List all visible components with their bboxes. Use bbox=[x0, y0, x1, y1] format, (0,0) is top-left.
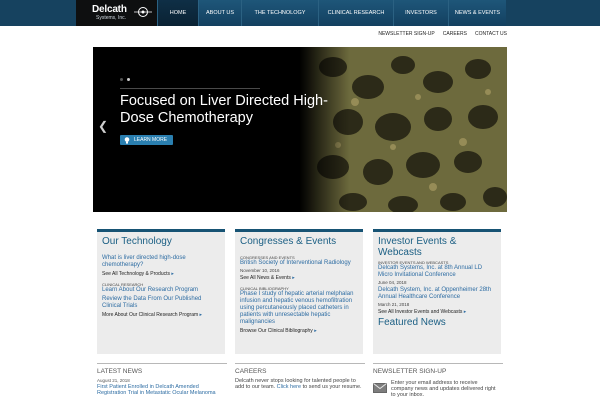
careers-text-after: to send us your resume. bbox=[302, 384, 362, 390]
careers-divider bbox=[235, 363, 365, 364]
latest-news-date: August 21, 2018 bbox=[97, 378, 130, 383]
nav-news-events[interactable]: NEWS & EVENTS bbox=[448, 0, 506, 26]
carousel-dots bbox=[120, 78, 130, 81]
nav-home[interactable]: HOME bbox=[157, 0, 198, 26]
newsletter-text: Enter your email address to receive comp… bbox=[391, 380, 496, 398]
what-is-chemo-link[interactable]: What is liver directed high-dose chemoth… bbox=[102, 255, 220, 269]
top-nav-bar: Delcath Systems, Inc. HOME ABOUT US THE … bbox=[0, 0, 600, 26]
hero-tissue-image bbox=[93, 47, 507, 212]
utility-links: NEWSLETTER SIGN-UP CAREERS CONTACT US bbox=[378, 31, 507, 37]
logo-mark-icon bbox=[134, 7, 152, 17]
newsletter-title: NEWSLETTER SIGN-UP bbox=[373, 368, 447, 375]
careers-section: CAREERS Delcath never stops looking for … bbox=[235, 363, 365, 390]
careers-link[interactable]: CAREERS bbox=[443, 31, 467, 37]
newsletter-signup-link[interactable]: NEWSLETTER SIGN-UP bbox=[378, 31, 434, 37]
nav-the-technology[interactable]: THE TECHNOLOGY bbox=[241, 0, 318, 26]
delcath-logo[interactable]: Delcath Systems, Inc. bbox=[76, 0, 157, 26]
contact-us-link[interactable]: CONTACT US bbox=[475, 31, 507, 37]
research-program-link[interactable]: Learn About Our Research Program bbox=[102, 287, 220, 294]
carousel-dot-2[interactable] bbox=[127, 78, 130, 81]
hero-divider bbox=[120, 88, 260, 89]
see-all-investor-events-link[interactable]: See All Investor Events and Webcasts bbox=[378, 309, 496, 315]
see-all-news-events-link[interactable]: See All News & Events bbox=[240, 275, 358, 281]
bsir-link[interactable]: British Society of Interventional Radiol… bbox=[240, 260, 358, 267]
oppenheimer-link[interactable]: Delcath System, Inc. at Oppenheimer 28th… bbox=[378, 287, 496, 301]
envelope-icon[interactable] bbox=[373, 383, 387, 393]
see-all-technology-link[interactable]: See All Technology & Products bbox=[102, 271, 220, 277]
main-nav: HOME ABOUT US THE TECHNOLOGY CLINICAL RE… bbox=[157, 0, 506, 26]
published-trials-link[interactable]: Review the Data From Our Published Clini… bbox=[102, 296, 220, 310]
featured-news-title: Featured News bbox=[378, 317, 446, 328]
nav-clinical-research[interactable]: CLINICAL RESEARCH bbox=[318, 0, 393, 26]
latest-news-link[interactable]: First Patient Enrolled in Delcath Amende… bbox=[97, 384, 227, 396]
oppenheimer-date: March 21, 2018 bbox=[378, 302, 410, 307]
newsletter-section: NEWSLETTER SIGN-UP Enter your email addr… bbox=[373, 363, 503, 400]
latest-news-section: LATEST NEWS August 21, 2018 First Patien… bbox=[97, 363, 227, 396]
learn-more-label: LEARN MORE bbox=[134, 137, 168, 143]
more-clinical-research-link[interactable]: More About Our Clinical Research Program bbox=[102, 312, 220, 318]
learn-more-button[interactable]: LEARN MORE bbox=[120, 135, 174, 145]
hero-carousel: ❮ Focused on Liver Directed High-Dose Ch… bbox=[93, 47, 507, 212]
latest-news-title: LATEST NEWS bbox=[97, 368, 143, 375]
our-technology-title: Our Technology bbox=[102, 236, 172, 247]
carousel-dot-1[interactable] bbox=[120, 78, 123, 81]
newsletter-divider bbox=[373, 363, 503, 364]
careers-title: CAREERS bbox=[235, 368, 267, 375]
lightbulb-icon bbox=[124, 136, 130, 144]
carousel-prev-icon[interactable]: ❮ bbox=[98, 120, 108, 132]
investor-events-box: Investor Events & Webcasts INVESTOR EVEN… bbox=[373, 229, 501, 354]
ld-micro-link[interactable]: Delcath Systems, Inc. at 8th Annual LD M… bbox=[378, 265, 496, 279]
logo-wordmark: Delcath bbox=[92, 4, 127, 15]
phase-one-study-link[interactable]: Phase I study of hepatic arterial melpha… bbox=[240, 291, 358, 326]
congresses-events-box: Congresses & Events CONGRESSES AND EVENT… bbox=[235, 229, 363, 354]
nav-about-us[interactable]: ABOUT US bbox=[198, 0, 241, 26]
nav-investors[interactable]: INVESTORS bbox=[393, 0, 448, 26]
congresses-events-title: Congresses & Events bbox=[240, 236, 337, 247]
ld-micro-date: June 04, 2018 bbox=[378, 280, 407, 285]
bsir-date: November 10, 2016 bbox=[240, 268, 280, 273]
careers-text: Delcath never stops looking for talented… bbox=[235, 378, 365, 390]
hero-title: Focused on Liver Directed High-Dose Chem… bbox=[120, 93, 328, 126]
careers-click-here-link[interactable]: Click here bbox=[277, 384, 301, 390]
our-technology-box: Our Technology What is liver directed hi… bbox=[97, 229, 225, 354]
investor-events-title: Investor Events & Webcasts bbox=[378, 236, 457, 258]
logo-subtitle: Systems, Inc. bbox=[96, 15, 127, 21]
browse-bibliography-link[interactable]: Browse Our Clinical Bibliography bbox=[240, 328, 358, 334]
latest-news-divider bbox=[97, 363, 227, 364]
